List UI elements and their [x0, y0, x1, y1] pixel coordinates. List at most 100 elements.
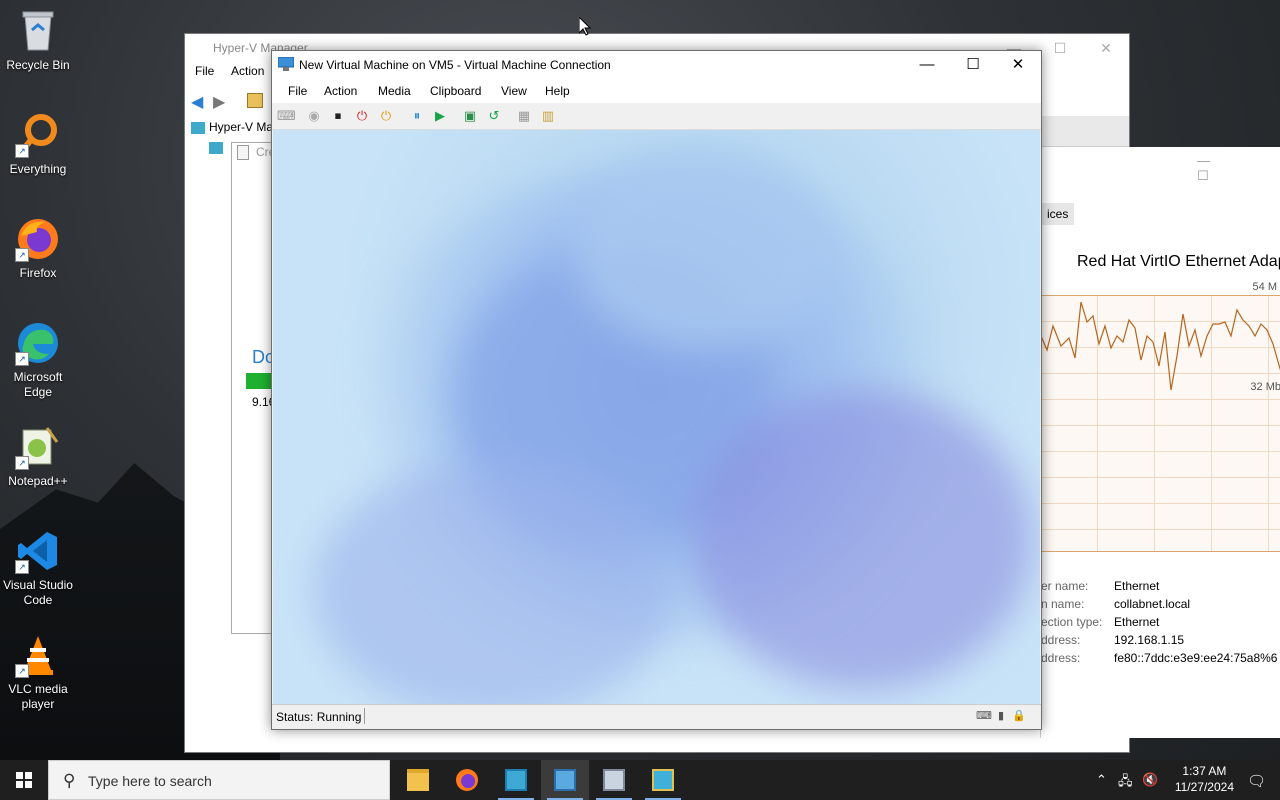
- start-icon[interactable]: ◉: [306, 108, 322, 124]
- desktop-icon-label: Everything: [9, 162, 67, 176]
- hyperv-menu-action[interactable]: Action: [231, 64, 264, 78]
- vm-menubar: File Action Media Clipboard View Help: [272, 79, 1041, 103]
- taskbar-firefox[interactable]: [443, 760, 491, 800]
- maximize-icon[interactable]: ☐: [1037, 34, 1083, 62]
- menu-media[interactable]: Media: [378, 84, 411, 98]
- firefox-icon: [456, 769, 478, 791]
- system-clock[interactable]: 1:37 AM 11/27/2024: [1175, 763, 1234, 795]
- forward-arrow-icon[interactable]: ▶: [213, 92, 225, 112]
- shortcut-arrow-icon: ↗: [15, 456, 29, 470]
- firefox-icon: ↗: [15, 216, 61, 262]
- back-arrow-icon[interactable]: ◀: [191, 92, 203, 112]
- server-icon: [209, 141, 223, 154]
- close-icon[interactable]: ✕: [995, 51, 1041, 79]
- menu-clipboard[interactable]: Clipboard: [430, 84, 481, 98]
- desktop-icon-firefox[interactable]: ↗ Firefox: [0, 216, 76, 281]
- vm-toolbar: ⌨ ◉ ⏹ ⏻ ⏻ ⏸ ▶ ▣ ↺ ▦ ▥: [272, 103, 1041, 130]
- notification-icon[interactable]: 🗨: [1247, 772, 1266, 790]
- taskbar-server-app[interactable]: [639, 760, 687, 800]
- info-row: ddress: 192.168.1.15: [1041, 631, 1280, 649]
- edge-icon: ↗: [15, 320, 61, 366]
- share-icon[interactable]: ▥: [540, 108, 556, 124]
- tab-services[interactable]: ices: [1041, 203, 1075, 225]
- shutdown-icon[interactable]: ⏻: [354, 108, 370, 124]
- taskbar-file-explorer[interactable]: [394, 760, 442, 800]
- desktop-icon-label: Recycle Bin: [6, 58, 70, 72]
- ctrl-alt-del-icon[interactable]: ⌨: [277, 108, 296, 124]
- folder-up-icon[interactable]: [247, 93, 263, 108]
- desktop-icon-vlc[interactable]: ↗ VLC media player: [0, 632, 76, 712]
- taskbar-hyperv-manager[interactable]: [541, 760, 589, 800]
- search-box[interactable]: ⚲ Type here to search: [48, 760, 390, 800]
- checkpoint-icon[interactable]: ▣: [462, 108, 478, 124]
- tree-item-child[interactable]: [209, 140, 227, 154]
- vm-connection-icon: [277, 56, 295, 71]
- turn-off-icon[interactable]: ⏹: [330, 108, 346, 124]
- desktop-icon-label: Firefox: [19, 266, 57, 280]
- start-button[interactable]: [0, 760, 48, 800]
- recycle-bin-icon: [15, 8, 61, 54]
- everything-search-icon: ↗: [15, 112, 61, 158]
- menu-help[interactable]: Help: [545, 84, 570, 98]
- hyperv-header-strip: [1041, 116, 1129, 147]
- tree-item-root[interactable]: Hyper-V Ma: [191, 120, 273, 134]
- desktop-icon-vscode[interactable]: ↗ Visual Studio Code: [0, 528, 76, 608]
- desktop-icon-notepadpp[interactable]: ↗ Notepad++: [0, 424, 76, 489]
- maximize-icon[interactable]: ☐: [1197, 168, 1209, 183]
- close-icon[interactable]: ✕: [1083, 34, 1129, 62]
- performance-panel[interactable]: —☐ ices Red Hat VirtIO Ethernet Adapt 54…: [1040, 147, 1280, 738]
- minimize-icon[interactable]: —: [904, 51, 950, 79]
- clock-date: 11/27/2024: [1174, 780, 1234, 794]
- info-row: er name: Ethernet: [1041, 577, 1280, 595]
- enhanced-session-icon[interactable]: ▦: [516, 108, 532, 124]
- info-label: er name:: [1041, 579, 1089, 593]
- throughput-graph: [1040, 295, 1280, 552]
- info-value: collabnet.local: [1114, 597, 1191, 611]
- volume-muted-icon[interactable]: 🔇: [1142, 772, 1158, 788]
- taskbar-server-manager[interactable]: [492, 760, 540, 800]
- vm-connection-window[interactable]: New Virtual Machine on VM5 - Virtual Mac…: [271, 50, 1042, 730]
- vm-title: New Virtual Machine on VM5 - Virtual Mac…: [299, 58, 611, 72]
- server-icon: [191, 121, 205, 134]
- minimize-icon[interactable]: —: [1197, 153, 1210, 168]
- info-label: n name:: [1041, 597, 1085, 611]
- shortcut-arrow-icon: ↗: [15, 664, 29, 678]
- taskbar: ⚲ Type here to search ⌃ 🖧 🔇 1:37 AM 11/2…: [0, 760, 1280, 800]
- info-value: Ethernet: [1114, 615, 1160, 629]
- hyperv-icon: [554, 769, 576, 791]
- info-row: n name: collabnet.local: [1041, 595, 1280, 613]
- info-label: ddress:: [1041, 633, 1081, 647]
- maximize-icon[interactable]: ☐: [950, 51, 996, 79]
- taskbar-vm-connection[interactable]: [590, 760, 638, 800]
- graph-max-label: 54 M: [1252, 281, 1277, 293]
- graph-mid-label: 32 Mb: [1250, 381, 1280, 393]
- save-state-icon[interactable]: ⏻: [378, 108, 394, 124]
- vm-status-bar: Status: Running ⌨ ▮ 🔒: [272, 704, 1041, 729]
- desktop-icon-recycle-bin[interactable]: Recycle Bin: [0, 8, 76, 73]
- shortcut-arrow-icon: ↗: [15, 560, 29, 574]
- menu-view[interactable]: View: [501, 84, 527, 98]
- revert-icon[interactable]: ↺: [486, 108, 502, 124]
- info-value: 192.168.1.15: [1114, 633, 1185, 647]
- shortcut-arrow-icon: ↗: [15, 352, 29, 366]
- vm-title-bar: New Virtual Machine on VM5 - Virtual Mac…: [272, 51, 1041, 79]
- doc-icon: [237, 145, 249, 160]
- desktop-icon-edge[interactable]: ↗ Microsoft Edge: [0, 320, 76, 400]
- menu-action[interactable]: Action: [324, 84, 357, 98]
- wallpaper-bloom: [313, 460, 673, 704]
- chevron-up-icon[interactable]: ⌃: [1096, 772, 1107, 788]
- desktop-icon-label: Notepad++: [8, 474, 68, 488]
- hyperv-menu-file[interactable]: File: [195, 64, 214, 78]
- wallpaper-bloom: [693, 390, 1033, 690]
- pause-icon[interactable]: ⏸: [409, 108, 425, 124]
- desktop-icon-everything[interactable]: ↗ Everything: [0, 112, 76, 177]
- info-value: Ethernet: [1114, 579, 1160, 593]
- lock-icon: 🔒: [1012, 710, 1026, 722]
- server-manager-icon: [505, 769, 527, 791]
- network-icon[interactable]: 🖧: [1118, 772, 1133, 794]
- resume-icon[interactable]: ▶: [432, 108, 448, 124]
- menu-file[interactable]: File: [288, 84, 307, 98]
- vm-display[interactable]: [273, 130, 1040, 704]
- hyperv-menubar: File Action: [195, 64, 278, 78]
- info-row: ddress: fe80::7ddc:e3e9:ee24:75a8%6: [1041, 649, 1280, 667]
